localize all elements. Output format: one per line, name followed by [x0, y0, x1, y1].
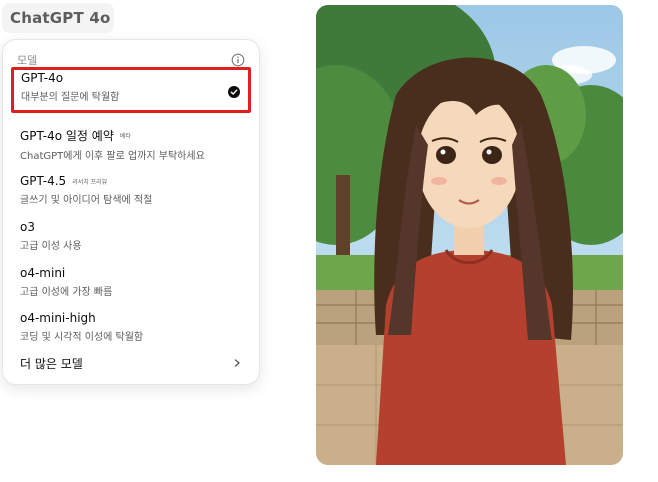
- menu-section-label: 모델: [17, 54, 38, 67]
- model-option-desc: 고급 이성에 가장 빠름: [20, 287, 113, 298]
- model-option-name: o4-mini-high: [20, 311, 242, 325]
- model-option-name-text: o3: [20, 220, 35, 234]
- model-option-desc: ChatGPT에게 이후 팔로 업까지 부탁하세요: [20, 151, 205, 162]
- beta-badge: 베타: [119, 133, 131, 140]
- model-option-name-text: GPT-4o 일정 예약: [20, 129, 114, 143]
- model-option-name-text: o4-mini-high: [20, 311, 96, 325]
- model-option-name: GPT-4o: [21, 71, 241, 85]
- model-option-desc: 대부분의 질문에 탁월함: [21, 92, 120, 103]
- model-switcher-button[interactable]: ChatGPT 4o: [2, 3, 114, 33]
- anime-girl-illustration: [316, 5, 623, 465]
- model-option-desc: 고급 이성 사용: [20, 241, 82, 252]
- model-option-gpt-4o-scheduled[interactable]: GPT-4o 일정 예약 베타 ChatGPT에게 이후 팔로 업까지 부탁하세…: [11, 124, 251, 170]
- model-option-name-text: o4-mini: [20, 266, 66, 280]
- model-option-name: GPT-4.5 리서치 프리뷰: [20, 174, 242, 188]
- more-models-item[interactable]: 더 많은 모델: [11, 352, 251, 374]
- model-option-desc: 코딩 및 시각적 이성에 탁월함: [20, 332, 144, 343]
- chevron-right-icon: [234, 359, 240, 367]
- research-preview-badge: 리서치 프리뷰: [72, 178, 108, 186]
- model-option-name: o3: [20, 220, 242, 234]
- model-option-name: o4-mini: [20, 266, 242, 280]
- model-option-name-text: GPT-4o: [21, 71, 64, 85]
- info-icon[interactable]: [231, 53, 245, 67]
- model-option-gpt-4o[interactable]: GPT-4o 대부분의 질문에 탁월함: [11, 67, 251, 113]
- model-option-o3[interactable]: o3 고급 이성 사용: [11, 217, 251, 263]
- model-option-name-text: GPT-4.5: [20, 174, 67, 188]
- model-switcher-title: ChatGPT 4o: [10, 9, 111, 27]
- model-option-desc: 글쓰기 및 아이디어 탐색에 적절: [20, 195, 153, 206]
- check-circle-icon: [228, 86, 240, 98]
- model-option-gpt-4-5[interactable]: GPT-4.5 리서치 프리뷰 글쓰기 및 아이디어 탐색에 적절: [11, 171, 251, 217]
- menu-header: 모델: [17, 52, 245, 68]
- model-menu: 모델 GPT-4o 대부분의 질문에 탁월함 GPT-4o 일정 예약 베타 C…: [2, 39, 260, 385]
- generated-image[interactable]: [316, 5, 623, 465]
- model-option-name: GPT-4o 일정 예약 베타: [20, 127, 242, 144]
- more-models-label: 더 많은 모델: [20, 356, 83, 371]
- model-option-o4-mini[interactable]: o4-mini 고급 이성에 가장 빠름: [11, 263, 251, 309]
- model-option-o4-mini-high[interactable]: o4-mini-high 코딩 및 시각적 이성에 탁월함: [11, 308, 251, 354]
